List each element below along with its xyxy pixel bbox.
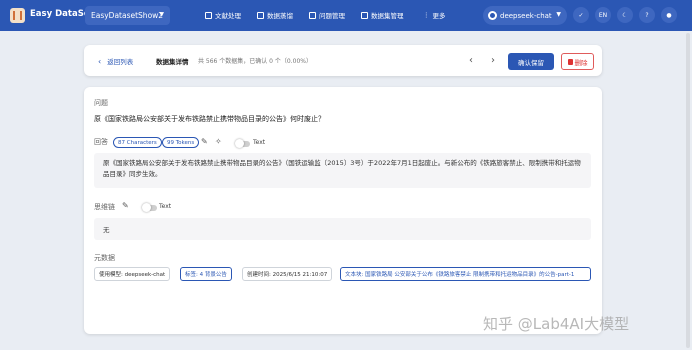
- chain-of-thought-label: 思维链: [94, 203, 115, 211]
- more-icon: ⋮: [423, 11, 430, 19]
- dataset-detail-header: ‹ 返回列表 数据集详情 共 566 个数据集，已确认 0 个（0.00%） ‹…: [84, 45, 602, 76]
- delete-label: 删除: [574, 58, 588, 67]
- previous-button[interactable]: ‹: [465, 53, 477, 67]
- answer-toggle-label: Text: [253, 139, 266, 146]
- answer-label: 回答: [94, 138, 108, 146]
- github-button[interactable]: ●: [661, 7, 677, 23]
- created-time-chip: 创建时间: 2025/6/15 21:10:07: [242, 267, 333, 281]
- back-to-list-label: 返回列表: [107, 58, 134, 66]
- trash-icon: [567, 58, 573, 65]
- project-select[interactable]: EasyDatasetShow2 ▼: [85, 6, 170, 25]
- chevron-down-icon: ▼: [159, 11, 164, 18]
- next-button[interactable]: ›: [487, 53, 499, 67]
- chevron-right-icon: ›: [491, 54, 495, 66]
- dataset-icon: [361, 11, 368, 19]
- page-title: 数据集详情: [156, 58, 189, 66]
- check-circle-icon: ✓: [578, 11, 584, 19]
- model-select[interactable]: deepseek-chat ▼: [483, 6, 567, 25]
- model-icon: [488, 11, 497, 20]
- back-to-list-link[interactable]: ‹ 返回列表: [98, 56, 134, 67]
- language-button[interactable]: EN: [595, 7, 611, 23]
- cot-toggle-label: Text: [159, 203, 172, 210]
- dataset-detail-card: 问题 原《国家铁路局公安部关于发布铁路禁止携带物品目录的公告》何时废止？ 回答 …: [84, 87, 602, 334]
- ai-optimize-icon[interactable]: ✧: [215, 137, 222, 146]
- nav-item-more[interactable]: ⋮ 更多: [423, 10, 446, 20]
- chevron-left-icon: ‹: [469, 54, 473, 66]
- nav-item-label: 更多: [432, 12, 446, 20]
- character-count-chip: 87 Characters: [113, 137, 162, 148]
- theme-toggle-button[interactable]: ☾: [617, 7, 633, 23]
- text-chunk-chip[interactable]: 文本块: 国家铁路局 公安部关于公布《铁路旅客禁止 限制携带和托运物品目录》的公…: [340, 267, 591, 281]
- tag-chip: 标签: 4 背景公告: [180, 267, 232, 281]
- token-count-chip: 99 Tokens: [162, 137, 200, 148]
- nav-item-document-processing[interactable]: 文献处理: [205, 10, 241, 20]
- question-icon: [309, 11, 316, 19]
- chevron-down-icon: ▼: [556, 11, 561, 18]
- model-used-chip: 使用模型: deepseek-chat: [94, 267, 171, 281]
- app-logo-icon: [10, 8, 25, 23]
- nav-item-data-distill[interactable]: 数据蒸馏: [257, 10, 293, 20]
- help-button[interactable]: ?: [639, 7, 655, 23]
- language-label: EN: [598, 11, 608, 19]
- document-icon: [205, 11, 212, 19]
- project-select-value: EasyDatasetShow2: [91, 11, 164, 20]
- nav-item-question-management[interactable]: 问题管理: [309, 10, 345, 20]
- nav-item-label: 数据蒸馏: [267, 12, 293, 20]
- metadata-label: 元数据: [94, 254, 115, 262]
- dataset-count-text: 共 566 个数据集，已确认 0 个（0.00%）: [198, 58, 312, 65]
- nav-item-label: 文献处理: [215, 12, 241, 20]
- answer-text: 原《国家铁路局公安部关于发布铁路禁止携带物品目录的公告》（国铁运输监〔2015〕…: [94, 153, 591, 188]
- nav-item-label: 数据集管理: [371, 12, 404, 20]
- delete-button[interactable]: 删除: [561, 53, 594, 70]
- question-text: 原《国家铁路局公安部关于发布铁路禁止携带物品目录的公告》何时废止？: [94, 115, 325, 123]
- edit-answer-icon[interactable]: ✎: [201, 137, 208, 146]
- chain-of-thought-text: 无: [94, 218, 591, 240]
- edit-cot-icon[interactable]: ✎: [122, 201, 129, 210]
- answer-text-toggle[interactable]: [235, 139, 250, 148]
- chevron-left-icon: ‹: [98, 56, 102, 66]
- cot-text-toggle[interactable]: [142, 203, 157, 212]
- help-icon: ?: [645, 11, 649, 19]
- model-select-value: deepseek-chat: [500, 11, 552, 20]
- confirm-keep-button[interactable]: 确认保留: [508, 53, 554, 70]
- github-icon: ●: [666, 11, 672, 19]
- nav-item-label: 问题管理: [319, 12, 345, 20]
- distill-icon: [257, 11, 264, 19]
- question-label: 问题: [94, 99, 108, 107]
- moon-icon: ☾: [622, 11, 628, 19]
- top-navbar: Easy DataSet EasyDatasetShow2 ▼ 文献处理 数据蒸…: [0, 0, 692, 31]
- watermark: 知乎 @Lab4AI大模型: [483, 315, 630, 333]
- nav-item-dataset-management[interactable]: 数据集管理: [361, 10, 404, 20]
- page-scrollbar[interactable]: [686, 33, 690, 348]
- task-status-button[interactable]: ✓: [573, 7, 589, 23]
